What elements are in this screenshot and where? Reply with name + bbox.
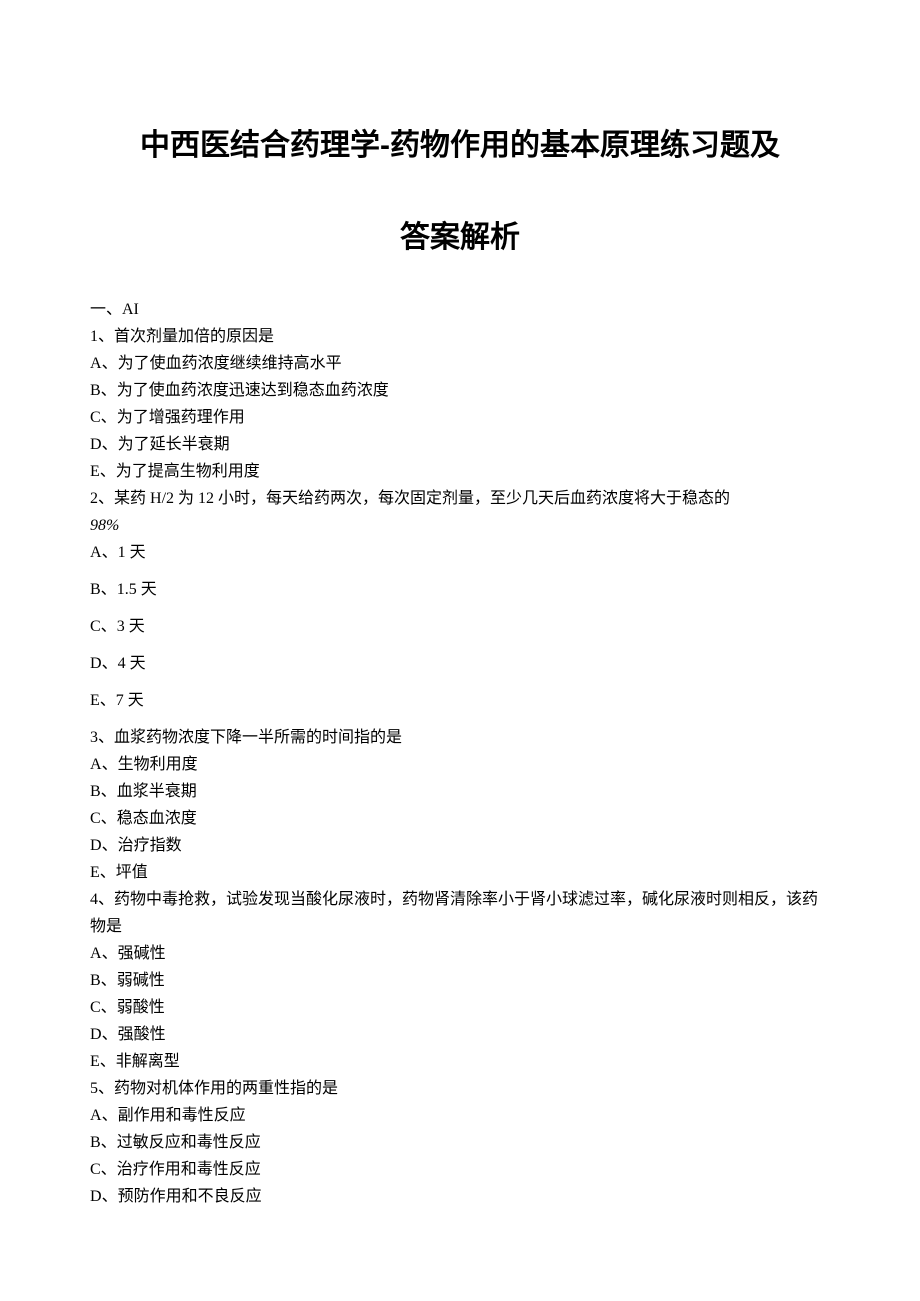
question-4-option-e: E、非解离型: [90, 1048, 830, 1075]
question-1-option-d: D、为了延长半衰期: [90, 431, 830, 458]
question-5-option-b: B、过敏反应和毒性反应: [90, 1129, 830, 1156]
question-3-number: 3: [90, 729, 98, 746]
question-1-option-c: C、为了增强药理作用: [90, 404, 830, 431]
question-1-option-a: A、为了使血药浓度继续维持高水平: [90, 350, 830, 377]
question-4-option-b: B、弱碱性: [90, 967, 830, 994]
question-4-stem: 4、药物中毒抢救，试验发现当酸化尿液时，药物肾清除率小于肾小球滤过率，碱化尿液时…: [90, 886, 830, 940]
question-4-option-a: A、强碱性: [90, 940, 830, 967]
question-5-option-d: D、预防作用和不良反应: [90, 1183, 830, 1210]
question-5-text: 药物对机体作用的两重性指的是: [114, 1080, 338, 1097]
question-2-option-c: C、3 天: [90, 613, 830, 640]
question-2-option-e: E、7 天: [90, 687, 830, 714]
question-4-number: 4: [90, 891, 98, 908]
question-2-text-pre: 某药 H/2 为 12 小时，每天给药两次，每次固定剂量，至少几天后血药浓度将大…: [114, 490, 730, 507]
section-label: 一、AI: [90, 296, 830, 323]
question-2-percent: 98%: [90, 517, 119, 534]
question-1-number: 1: [90, 328, 98, 345]
question-2-option-d: D、4 天: [90, 650, 830, 677]
question-3-stem: 3、血浆药物浓度下降一半所需的时间指的是: [90, 724, 830, 751]
question-2-option-a: A、1 天: [90, 539, 830, 566]
question-1-text: 首次剂量加倍的原因是: [114, 328, 274, 345]
question-3-option-c: C、稳态血浓度: [90, 805, 830, 832]
document-page: 中西医结合药理学-药物作用的基本原理练习题及 答案解析 一、AI 1、首次剂量加…: [0, 0, 920, 1270]
question-1-option-e: E、为了提高生物利用度: [90, 458, 830, 485]
question-5-option-c: C、治疗作用和毒性反应: [90, 1156, 830, 1183]
question-5-stem: 5、药物对机体作用的两重性指的是: [90, 1075, 830, 1102]
question-4-option-d: D、强酸性: [90, 1021, 830, 1048]
question-2-stem: 2、某药 H/2 为 12 小时，每天给药两次，每次固定剂量，至少几天后血药浓度…: [90, 485, 830, 512]
question-4-text: 药物中毒抢救，试验发现当酸化尿液时，药物肾清除率小于肾小球滤过率，碱化尿液时则相…: [90, 891, 818, 935]
question-3-option-d: D、治疗指数: [90, 832, 830, 859]
question-4-option-c: C、弱酸性: [90, 994, 830, 1021]
question-3-option-b: B、血浆半衰期: [90, 778, 830, 805]
question-1-option-b: B、为了使血药浓度迅速达到稳态血药浓度: [90, 377, 830, 404]
question-2-stem-italic: 98%: [90, 512, 830, 539]
question-5-number: 5: [90, 1080, 98, 1097]
question-3-option-e: E、坪值: [90, 859, 830, 886]
question-3-option-a: A、生物利用度: [90, 751, 830, 778]
question-1-stem: 1、首次剂量加倍的原因是: [90, 323, 830, 350]
title-line-2: 答案解析: [90, 212, 830, 256]
question-5-option-a: A、副作用和毒性反应: [90, 1102, 830, 1129]
title-line-1: 中西医结合药理学-药物作用的基本原理练习题及: [90, 120, 830, 164]
question-2-option-b: B、1.5 天: [90, 576, 830, 603]
question-3-text: 血浆药物浓度下降一半所需的时间指的是: [114, 729, 402, 746]
question-2-number: 2: [90, 490, 98, 507]
